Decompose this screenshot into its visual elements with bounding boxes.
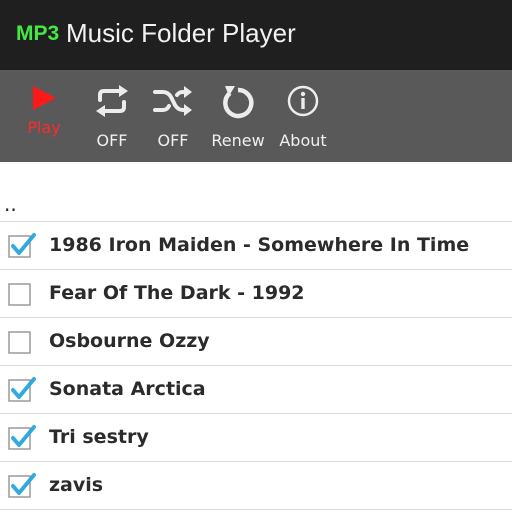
list-item[interactable]: Sonata Arctica [0,366,512,414]
toolbar: Play OFF OFF Renew About [0,70,512,162]
list-item[interactable]: Fear Of The Dark - 1992 [0,270,512,318]
repeat-icon [96,85,128,117]
play-icon [33,86,56,110]
checkbox-unchecked-icon[interactable] [8,329,32,354]
about-label: About [279,131,327,150]
title-bar: MP3 Music Folder Player [0,0,512,70]
checkbox-checked-icon[interactable] [8,473,36,498]
checkbox-checked-icon[interactable] [8,425,36,450]
list-item[interactable]: 1986 Iron Maiden - Somewhere In Time [0,222,512,270]
renew-button[interactable]: Renew [207,70,269,162]
shuffle-button[interactable]: OFF [146,70,200,162]
list-item-label: Tri sestry [49,426,149,448]
parent-folder-row[interactable]: .. [0,162,512,222]
list-item[interactable]: zavis [0,462,512,510]
list-item-label: zavis [49,474,104,496]
checkbox-checked-icon[interactable] [8,377,36,402]
list-item-label: Sonata Arctica [49,378,206,400]
list-item[interactable]: Tri sestry [0,414,512,462]
repeat-button[interactable]: OFF [86,70,138,162]
about-button[interactable]: About [276,70,330,162]
checkbox-unchecked-icon[interactable] [8,281,32,306]
renew-label: Renew [211,131,265,150]
app-title: Music Folder Player [66,18,296,48]
renew-icon [223,86,254,119]
repeat-label: OFF [96,131,128,150]
info-icon [287,85,319,117]
parent-folder-label: .. [4,192,17,216]
list-item-label: Fear Of The Dark - 1992 [49,282,305,304]
shuffle-icon [153,86,192,116]
play-button[interactable]: Play [18,70,70,162]
list-item-label: Osbourne Ozzy [49,330,210,352]
list-item-label: 1986 Iron Maiden - Somewhere In Time [49,234,470,256]
shuffle-label: OFF [157,131,189,150]
app-icon: MP3 [16,22,60,45]
list-item[interactable]: Osbourne Ozzy [0,318,512,366]
checkbox-checked-icon[interactable] [8,233,36,258]
play-label: Play [27,118,61,137]
